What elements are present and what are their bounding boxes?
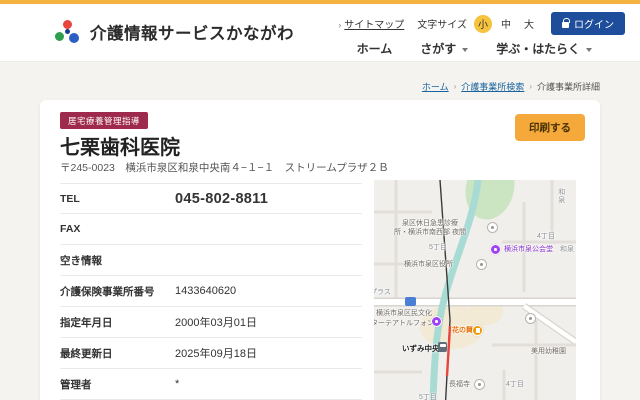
public-hall-marker[interactable] — [490, 244, 501, 255]
map-label-restaurant: 花の舞 — [452, 327, 473, 336]
font-size-label: 文字サイズ — [417, 16, 467, 31]
site-logo-icon — [55, 19, 81, 45]
location-map[interactable]: 泉区休日急患診療 所・横浜市南西部 夜間 5丁目 4丁目 横浜市泉公会堂 和泉 … — [374, 180, 576, 400]
map-label-district-5chome-lower: 5丁目 — [419, 394, 437, 400]
login-button[interactable]: ログイン — [551, 12, 625, 35]
temple-marker[interactable] — [474, 379, 485, 390]
breadcrumb: ホーム › 介護事業所検索 › 介護事業所詳細 — [422, 80, 600, 93]
map-canvas — [374, 180, 576, 400]
restaurant-marker[interactable] — [472, 325, 483, 336]
row-value: * — [175, 378, 179, 390]
row-value: 2000年03月01日 — [175, 314, 257, 330]
facility-address: 〒245-0023 横浜市泉区和泉中央南４−１−１ ストリームプラザ２Ｂ — [60, 160, 389, 175]
poi-marker[interactable] — [525, 313, 536, 324]
table-row-fax: FAX — [60, 214, 362, 245]
facility-name: 七栗歯科医院 — [60, 131, 180, 160]
nav-item-search[interactable]: さがす — [420, 40, 468, 57]
breadcrumb-current: 介護事業所詳細 — [537, 80, 600, 93]
map-label-public-hall: 横浜市泉公会堂 — [504, 246, 553, 255]
map-label-clinic-line2: 所・横浜市南西部 夜間 — [394, 229, 466, 238]
map-label-district-4chome: 4丁目 — [537, 233, 555, 242]
row-label: 空き情報 — [60, 253, 175, 268]
map-label-district-5chome: 5丁目 — [429, 244, 447, 253]
row-label: FAX — [60, 223, 175, 235]
utility-bar: ›サイトマップ 文字サイズ 小 中 大 ログイン — [338, 12, 625, 35]
row-label: 最終更新日 — [60, 346, 175, 361]
nav-search-label: さがす — [420, 40, 456, 57]
map-label-temple: 長福寺 — [449, 381, 470, 390]
font-size-switcher: 小 中 大 — [474, 15, 538, 33]
font-size-small-button[interactable]: 小 — [474, 15, 492, 33]
sitemap-link[interactable]: ›サイトマップ — [338, 16, 404, 31]
sitemap-label: サイトマップ — [344, 20, 404, 31]
font-size-large-button[interactable]: 大 — [520, 15, 538, 33]
row-value: 045-802-8811 — [175, 191, 268, 207]
ward-office-marker[interactable] — [476, 259, 487, 270]
clinic-marker[interactable] — [487, 222, 498, 233]
table-row-tel: TEL 045-802-8811 — [60, 183, 362, 214]
table-row-last-updated: 最終更新日 2025年09月18日 — [60, 338, 362, 369]
breadcrumb-search-link[interactable]: 介護事業所検索 — [461, 80, 524, 93]
main-nav: ホーム さがす 学ぶ・はたらく — [357, 40, 592, 57]
map-label-clinic-line1: 泉区休日急患診療 — [402, 220, 458, 229]
map-label-ward-office: 横浜市泉区役所 — [404, 261, 453, 270]
font-size-medium-button[interactable]: 中 — [497, 15, 515, 33]
map-label-district-4chome-lower: 4丁目 — [506, 381, 524, 390]
map-label-plaza-cut: プラス — [374, 289, 391, 298]
site-header: 介護情報サービスかながわ ›サイトマップ 文字サイズ 小 中 大 ログイン ホー… — [0, 4, 640, 62]
row-label: TEL — [60, 193, 175, 205]
row-value: 2025年09月18日 — [175, 345, 257, 361]
map-label-izumi-chuo-station: いずみ中央 — [402, 344, 440, 353]
nav-home-label: ホーム — [357, 40, 393, 57]
map-label-izumi-vertical: 和泉 — [556, 188, 565, 204]
map-label-culture-center-line1: 横浜市泉区民文化 — [376, 310, 432, 319]
site-logo-home-link[interactable]: 介護情報サービスかながわ — [55, 19, 294, 45]
print-button[interactable]: 印刷する — [515, 114, 585, 141]
facility-detail-card: 居宅療養管理指導 七栗歯科医院 〒245-0023 横浜市泉区和泉中央南４−１−… — [40, 100, 600, 400]
site-title: 介護情報サービスかながわ — [90, 20, 294, 44]
chevron-down-icon — [586, 48, 592, 52]
facility-details-table: TEL 045-802-8811 FAX 空き情報 介護保険事業所番号 1433… — [60, 183, 362, 400]
breadcrumb-home-link[interactable]: ホーム — [422, 80, 449, 93]
map-label-izumi-right: 和泉 — [560, 246, 574, 255]
breadcrumb-separator-icon: › — [529, 82, 532, 91]
table-row-designation-date: 指定年月日 2000年03月01日 — [60, 307, 362, 338]
row-label: 管理者 — [60, 377, 175, 392]
station-train-icon[interactable] — [438, 342, 447, 352]
nav-item-home[interactable]: ホーム — [357, 40, 393, 57]
login-label: ログイン — [574, 16, 614, 31]
row-label: 介護保険事業所番号 — [60, 284, 175, 299]
breadcrumb-separator-icon: › — [454, 82, 457, 91]
table-row-availability: 空き情報 — [60, 245, 362, 276]
map-label-kindergarten: 美用幼稚園 — [531, 348, 566, 357]
culture-center-marker[interactable] — [431, 316, 442, 327]
service-type-badge: 居宅療養管理指導 — [60, 112, 148, 129]
nav-item-learn-work[interactable]: 学ぶ・はたらく — [496, 40, 592, 57]
nav-learn-work-label: 学ぶ・はたらく — [496, 40, 580, 57]
chevron-down-icon — [462, 48, 468, 52]
row-label: 指定年月日 — [60, 315, 175, 330]
lock-icon — [562, 22, 569, 28]
chevron-right-icon: › — [338, 20, 341, 30]
table-row-office-number: 介護保険事業所番号 1433640620 — [60, 276, 362, 307]
table-row-manager: 管理者 * — [60, 369, 362, 400]
row-value: 1433640620 — [175, 285, 236, 297]
